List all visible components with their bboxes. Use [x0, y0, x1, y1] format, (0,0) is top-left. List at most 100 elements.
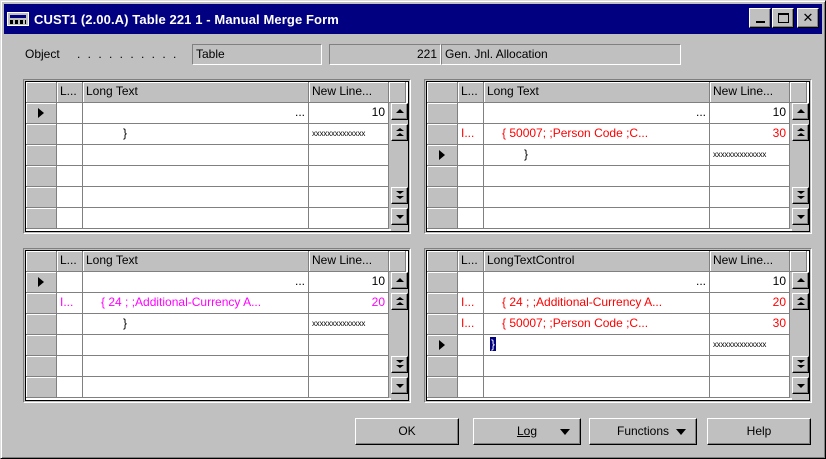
cell-l[interactable] — [57, 187, 83, 208]
table-row[interactable] — [427, 166, 809, 187]
selected-text[interactable]: } — [490, 337, 497, 351]
cell-new-line[interactable] — [309, 335, 389, 356]
cell-l[interactable] — [57, 166, 83, 187]
cell-new-line[interactable] — [309, 145, 389, 166]
row-selector[interactable] — [26, 293, 57, 314]
grid-corner[interactable] — [26, 251, 57, 272]
functions-button[interactable]: Functions — [589, 418, 697, 445]
grid-body[interactable]: L... Long Text New Line...... 10 I...{ 50007… — [426, 81, 810, 232]
scroll-up-button[interactable] — [792, 272, 809, 289]
cell-l[interactable] — [57, 335, 83, 356]
cell-long-text[interactable]: ... — [484, 272, 710, 293]
table-row[interactable]: ... 10 — [427, 103, 809, 124]
row-selector[interactable] — [26, 166, 57, 187]
table-row[interactable]: I...{ 24 ; ;Additional-Currency A... 20 — [26, 293, 408, 314]
merge-grid-top-left[interactable]: L... Long Text New Line...... 10} xxxxxxxxxx… — [23, 79, 411, 234]
table-row[interactable]: I...{ 50007; ;Person Code ;C... 30 — [427, 314, 809, 335]
cell-long-text[interactable]: } — [83, 314, 309, 335]
table-row[interactable] — [427, 356, 809, 377]
cell-long-text[interactable] — [83, 335, 309, 356]
table-row[interactable]: ... 10 — [427, 272, 809, 293]
table-row[interactable]: } xxxxxxxxxxxxxx — [26, 124, 408, 145]
cell-long-text[interactable]: ... — [484, 103, 710, 124]
page-up-button[interactable] — [792, 124, 809, 141]
cell-l[interactable] — [57, 272, 83, 293]
cell-long-text[interactable] — [83, 187, 309, 208]
close-button[interactable]: ✕ — [797, 8, 819, 28]
column-header-new-line[interactable]: New Line... — [710, 82, 790, 103]
page-down-button[interactable] — [792, 187, 809, 204]
column-header-long-text[interactable]: Long Text — [83, 251, 309, 272]
table-row[interactable]: I...{ 24 ; ;Additional-Currency A... 20 — [427, 293, 809, 314]
cell-new-line[interactable]: 10 — [309, 272, 389, 293]
cell-long-text[interactable] — [83, 166, 309, 187]
cell-new-line[interactable] — [710, 166, 790, 187]
table-row[interactable]: } xxxxxxxxxxxxxx — [427, 145, 809, 166]
cell-l[interactable] — [458, 187, 484, 208]
table-row[interactable] — [26, 187, 408, 208]
scroll-up-button[interactable] — [391, 272, 408, 289]
cell-l[interactable] — [458, 208, 484, 229]
table-row[interactable]: } xxxxxxxxxxxxxx — [26, 314, 408, 335]
page-down-button[interactable] — [391, 187, 408, 204]
scroll-up-button[interactable] — [391, 103, 408, 120]
scroll-down-button[interactable] — [391, 208, 408, 225]
cell-long-text[interactable]: } — [83, 124, 309, 145]
cell-l[interactable] — [57, 103, 83, 124]
cell-new-line[interactable] — [710, 377, 790, 398]
cell-long-text[interactable]: { 50007; ;Person Code ;C... — [484, 124, 710, 145]
scroll-down-button[interactable] — [792, 377, 809, 394]
grid-body[interactable]: L... Long Text New Line...... 10 I...{ 24 ; … — [25, 250, 409, 401]
cell-new-line[interactable]: 20 — [710, 293, 790, 314]
row-selector[interactable] — [26, 314, 57, 335]
merge-grid-top-right[interactable]: L... Long Text New Line...... 10 I...{ 50007… — [424, 79, 812, 234]
grid-corner[interactable] — [427, 251, 458, 272]
cell-new-line[interactable] — [309, 356, 389, 377]
page-up-button[interactable] — [391, 124, 408, 141]
column-header-new-line[interactable]: New Line... — [309, 82, 389, 103]
cell-new-line[interactable] — [309, 187, 389, 208]
minimize-button[interactable] — [749, 8, 771, 28]
cell-long-text[interactable] — [484, 166, 710, 187]
table-row[interactable] — [427, 377, 809, 398]
table-row[interactable] — [427, 187, 809, 208]
cell-new-line[interactable] — [309, 208, 389, 229]
cell-l[interactable] — [57, 314, 83, 335]
column-header-new-line[interactable]: New Line... — [710, 251, 790, 272]
grid-body[interactable]: L... LongTextControl New Line...... 10 I...{… — [426, 250, 810, 401]
column-header-l[interactable]: L... — [57, 251, 83, 272]
table-row[interactable] — [26, 377, 408, 398]
row-selector-current[interactable] — [26, 103, 57, 124]
cell-l[interactable] — [458, 145, 484, 166]
page-up-button[interactable] — [792, 293, 809, 310]
table-row[interactable] — [427, 208, 809, 229]
cell-long-text[interactable] — [484, 208, 710, 229]
row-selector[interactable] — [26, 187, 57, 208]
row-selector[interactable] — [427, 356, 458, 377]
scroll-up-button[interactable] — [792, 103, 809, 120]
cell-new-line[interactable]: 10 — [309, 103, 389, 124]
vertical-scrollbar[interactable] — [391, 103, 408, 231]
row-selector-current[interactable] — [26, 272, 57, 293]
table-row[interactable]: ... 10 — [26, 103, 408, 124]
cell-long-text[interactable] — [83, 145, 309, 166]
cell-new-line[interactable] — [309, 377, 389, 398]
table-row[interactable] — [26, 145, 408, 166]
row-selector[interactable] — [26, 208, 57, 229]
row-selector[interactable] — [427, 272, 458, 293]
cell-new-line[interactable]: xxxxxxxxxxxxxx — [710, 335, 790, 356]
cell-long-text[interactable] — [484, 377, 710, 398]
merge-grid-bottom-right[interactable]: L... LongTextControl New Line...... 10 I...{… — [424, 248, 812, 403]
cell-long-text[interactable]: ... — [83, 272, 309, 293]
row-selector[interactable] — [26, 335, 57, 356]
column-header-long-text[interactable]: Long Text — [83, 82, 309, 103]
scroll-down-button[interactable] — [792, 208, 809, 225]
cell-long-text[interactable] — [83, 377, 309, 398]
column-header-new-line[interactable]: New Line... — [309, 251, 389, 272]
row-selector[interactable] — [427, 187, 458, 208]
cell-new-line[interactable]: 10 — [710, 272, 790, 293]
cell-new-line[interactable]: 30 — [710, 124, 790, 145]
row-selector[interactable] — [26, 377, 57, 398]
cell-long-text[interactable]: ... — [83, 103, 309, 124]
grid-corner[interactable] — [26, 82, 57, 103]
